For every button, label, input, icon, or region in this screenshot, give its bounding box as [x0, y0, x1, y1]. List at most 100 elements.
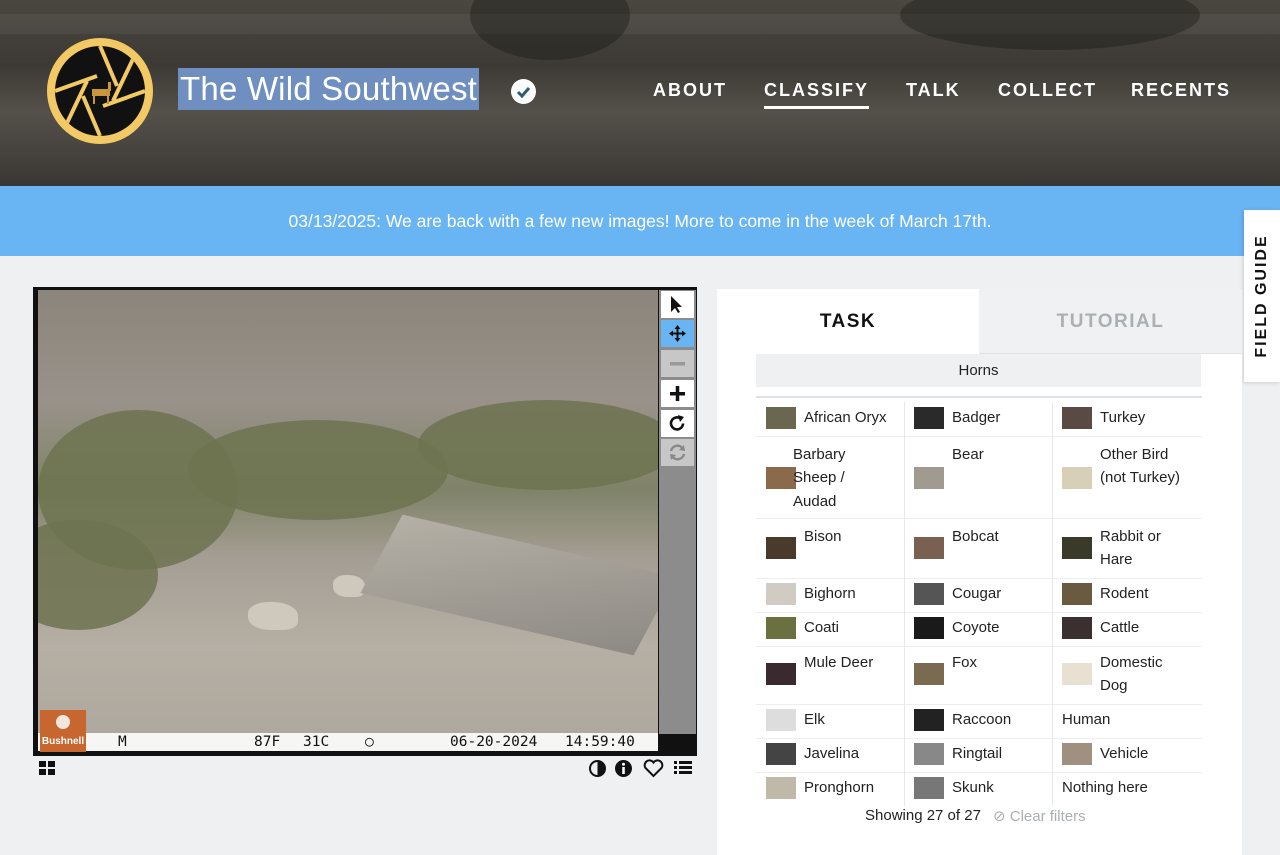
zoom-out-button[interactable] [661, 350, 694, 377]
choice-label: Domestic Dog [1100, 653, 1163, 695]
reset-icon [669, 444, 686, 461]
choice-thumbnail [914, 777, 944, 799]
image-adjust-button[interactable] [588, 759, 607, 779]
grid-icon [39, 761, 55, 775]
rotate-button[interactable] [661, 410, 694, 437]
reset-view-button[interactable] [661, 439, 694, 466]
stamp-date: 06-20-2024 [450, 734, 538, 750]
camera-trap-image[interactable] [38, 290, 658, 735]
info-icon [615, 760, 632, 777]
filter-horns[interactable]: Horns [756, 354, 1201, 387]
tab-tutorial[interactable]: TUTORIAL [979, 289, 1242, 354]
stamp-time: 14:59:40 [565, 734, 635, 750]
choice-ringtail[interactable]: Ringtail [904, 738, 1052, 770]
choice-label: Elk [804, 711, 825, 729]
choice-label: Bighorn [804, 585, 856, 603]
choice-label: Pronghorn [804, 779, 875, 797]
choice-turkey[interactable]: Turkey [1052, 402, 1200, 434]
subject-viewer[interactable]: M 87F 31C ○ 06-20-2024 14:59:40 Bushnell [33, 287, 697, 756]
choice-label: Raccoon [952, 711, 1012, 729]
choice-raccoon[interactable]: Raccoon [904, 704, 1052, 736]
pointer-icon [671, 296, 682, 313]
pointer-tool-button[interactable] [661, 291, 694, 318]
choice-label: Bison [804, 527, 842, 545]
choice-badger[interactable]: Badger [904, 402, 1052, 434]
image-rock [333, 575, 365, 597]
choice-label: Coati [804, 619, 840, 637]
choice-thumbnail [1062, 583, 1092, 605]
choice-thumbnail [914, 467, 944, 489]
choice-thumbnail [766, 743, 796, 765]
move-tool-button[interactable] [661, 320, 694, 347]
rotate-icon [669, 415, 685, 431]
choice-rodent[interactable]: Rodent [1052, 578, 1200, 610]
choice-label: Barbary Sheep / Audad [793, 445, 846, 510]
nav-talk[interactable]: TALK [906, 80, 961, 102]
tab-task[interactable]: TASK [717, 289, 979, 354]
move-icon [669, 325, 686, 342]
choice-domestic-dog[interactable]: Domestic Dog [1052, 646, 1200, 702]
choice-nothing-here[interactable]: Nothing here [1052, 772, 1200, 804]
nav-about[interactable]: ABOUT [653, 80, 727, 102]
site-title[interactable]: The Wild Southwest [178, 68, 480, 110]
choice-cattle[interactable]: Cattle [1052, 612, 1200, 644]
choice-javelina[interactable]: Javelina [756, 738, 904, 770]
subject-grid-button[interactable] [38, 759, 56, 779]
image-water-trough [360, 514, 658, 656]
viewer-toolbar [659, 290, 696, 734]
row-divider [756, 436, 1202, 437]
zoom-in-button[interactable] [661, 380, 694, 407]
task-panel: TASK TUTORIAL Horns African Oryx Badger Tu… [717, 289, 1242, 855]
choice-thumbnail [914, 583, 944, 605]
choice-thumbnail [914, 663, 944, 685]
choice-thumbnail [766, 777, 796, 799]
nav-recents[interactable]: RECENTS [1131, 80, 1231, 102]
choice-bear[interactable]: Bear [904, 440, 1052, 516]
choice-thumbnail [914, 617, 944, 639]
choice-fox[interactable]: Fox [904, 646, 1052, 702]
choice-thumbnail [1062, 617, 1092, 639]
choice-coyote[interactable]: Coyote [904, 612, 1052, 644]
choice-label: Nothing here [1062, 779, 1148, 797]
choice-vehicle[interactable]: Vehicle [1052, 738, 1200, 770]
choice-human[interactable]: Human [1052, 704, 1200, 736]
zoom-in-icon [670, 386, 685, 401]
choice-skunk[interactable]: Skunk [904, 772, 1052, 804]
nav-collect[interactable]: COLLECT [998, 80, 1097, 102]
choice-thumbnail [1062, 537, 1092, 559]
choice-mule-deer[interactable]: Mule Deer [756, 646, 904, 702]
choice-label: Bobcat [952, 527, 999, 545]
choice-african-oryx[interactable]: African Oryx [756, 402, 904, 434]
choice-thumbnail [914, 537, 944, 559]
favorite-button[interactable] [643, 759, 664, 779]
clear-filters-button[interactable]: ⊘ Clear filters [993, 807, 1086, 825]
field-guide-tab[interactable]: FIELD GUIDE [1244, 210, 1280, 382]
choice-label: Other Bird (not Turkey) [1100, 445, 1181, 487]
choice-rabbit-or-hare[interactable]: Rabbit or Hare [1052, 520, 1200, 576]
image-rock [248, 602, 298, 630]
metadata-button[interactable] [614, 759, 633, 779]
aperture-icon [55, 46, 145, 136]
choice-barbary-sheep-audad[interactable]: Barbary Sheep / Audad [756, 440, 904, 516]
camera-data-strip: M 87F 31C ○ 06-20-2024 14:59:40 [38, 733, 658, 751]
choice-cougar[interactable]: Cougar [904, 578, 1052, 610]
choice-bobcat[interactable]: Bobcat [904, 520, 1052, 576]
choice-coati[interactable]: Coati [756, 612, 904, 644]
choice-thumbnail [766, 617, 796, 639]
project-logo[interactable] [47, 38, 153, 144]
choice-pronghorn[interactable]: Pronghorn [756, 772, 904, 804]
field-guide-label: FIELD GUIDE [1253, 234, 1270, 358]
nav-classify[interactable]: CLASSIFY [764, 80, 870, 109]
choice-bighorn[interactable]: Bighorn [756, 578, 904, 610]
choice-other-bird-not-turkey[interactable]: Other Bird (not Turkey) [1052, 440, 1200, 516]
add-to-collection-button[interactable] [673, 759, 693, 779]
image-vegetation [188, 420, 448, 520]
choice-bison[interactable]: Bison [756, 520, 904, 576]
stamp-temp-f: 87F [254, 734, 281, 750]
clear-filters-label: Clear filters [1009, 808, 1086, 825]
choice-label: Badger [952, 409, 1001, 427]
contrast-icon [589, 760, 606, 777]
site-header: The Wild Southwest ABOUT CLASSIFY TALK C… [0, 0, 1280, 186]
choice-elk[interactable]: Elk [756, 704, 904, 736]
choice-label: Javelina [804, 745, 860, 763]
